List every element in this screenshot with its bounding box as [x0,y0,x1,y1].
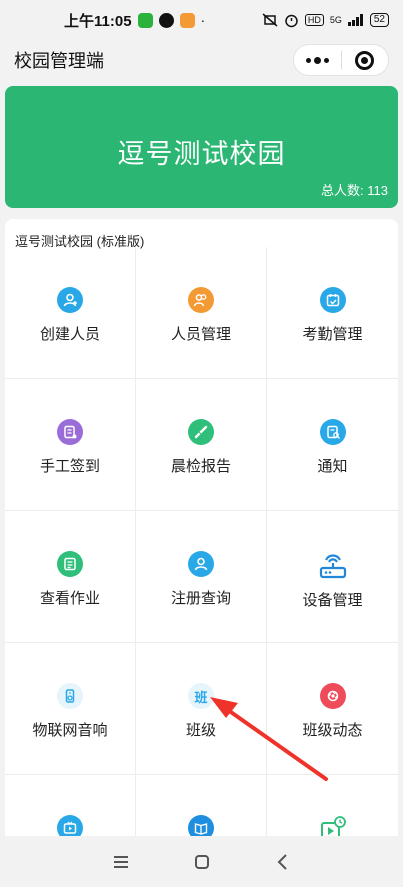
grid-item-class[interactable]: 班 班级 [136,643,267,775]
total-value: 113 [367,183,388,198]
notice-icon [319,419,346,445]
grid-item-iot-speaker[interactable]: 物联网音响 [5,643,136,775]
total-label: 总人数: [321,183,364,198]
grid-item-label: 考勤管理 [302,326,363,343]
back-chevron-icon [277,853,287,870]
manual-checkin-icon [57,419,83,445]
status-time: 上午11:05 [64,12,132,30]
mute-icon [262,13,278,27]
grid-item-label: 查看作业 [39,590,100,607]
status-bar: 上午11:05 · HD 5G 52 [0,0,403,40]
orange-app-icon [179,12,195,28]
wechat-app-icon [137,12,153,28]
battery-indicator: 52 [369,13,389,27]
close-target-icon [355,50,375,70]
status-left: 上午11:05 · [64,10,205,31]
system-nav-bar [0,836,403,887]
home-square-icon [194,854,209,869]
back-button[interactable] [268,847,298,877]
grid-item-manual-checkin[interactable]: 手工签到 [5,379,136,511]
school-banner: 逗号测试校园 总人数: 113 [5,86,398,208]
register-query-icon [188,551,214,577]
grid-item-label: 设备管理 [302,592,363,609]
grid-item-label: 晨检报告 [170,458,231,475]
class-icon: 班 [188,683,214,709]
miniprogram-capsule [293,44,389,76]
grid-item-register-query[interactable]: 注册查询 [136,511,267,643]
grid-item-morning-check[interactable]: 晨检报告 [136,379,267,511]
more-dots-icon [305,56,329,64]
grid-item-notice[interactable]: 通知 [267,379,398,511]
signal-icon [347,14,363,26]
school-name: 逗号测试校园 [117,139,286,169]
grid-item-label: 注册查询 [170,590,231,607]
grid-item-create-person[interactable]: 创建人员 [5,247,136,379]
grid-item-label: 物联网音响 [32,722,108,739]
home-button[interactable] [187,847,217,877]
attendance-calendar-icon [319,287,346,313]
class-moments-icon [319,683,346,709]
status-right: HD 5G 52 [262,13,389,28]
people-management-icon [188,287,214,313]
menu-button[interactable] [106,847,136,877]
grid-item-label: 人员管理 [170,326,231,343]
class-icon-text: 班 [194,689,208,705]
title-bar: 校园管理端 [0,40,403,80]
function-grid: 创建人员 人员管理 考勤管理 手工签到 晨检报告 通知 查看作业 注册查询 设备… [5,247,398,859]
signal-label: 5G [329,15,342,25]
grid-item-label: 创建人员 [39,326,100,343]
homework-icon [57,551,83,577]
close-miniprogram-button[interactable] [342,45,389,75]
grid-item-homework[interactable]: 查看作业 [5,511,136,643]
page-title: 校园管理端 [14,51,104,71]
menu-icon [113,855,128,868]
grid-item-device-management[interactable]: 设备管理 [267,511,398,643]
hd-badge: HD [304,14,324,26]
total-count: 总人数: 113 [321,180,388,199]
function-card: 逗号测试校园 (标准版) 创建人员 人员管理 考勤管理 手工签到 晨检报告 通知… [5,219,398,859]
morning-check-icon [188,419,214,445]
create-person-icon [57,287,83,313]
device-router-icon [318,551,348,579]
grid-item-class-moments[interactable]: 班级动态 [267,643,398,775]
grid-item-label: 班级 [185,722,216,739]
qq-app-icon [158,12,174,28]
speaker-icon [57,683,83,709]
alarm-icon [285,14,298,27]
grid-item-attendance[interactable]: 考勤管理 [267,247,398,379]
more-button[interactable] [294,45,341,75]
grid-item-label: 班级动态 [302,722,363,739]
grid-item-label: 通知 [317,458,348,475]
grid-item-label: 手工签到 [39,458,100,475]
status-dot-icon: · [200,12,206,28]
grid-item-people-management[interactable]: 人员管理 [136,247,267,379]
